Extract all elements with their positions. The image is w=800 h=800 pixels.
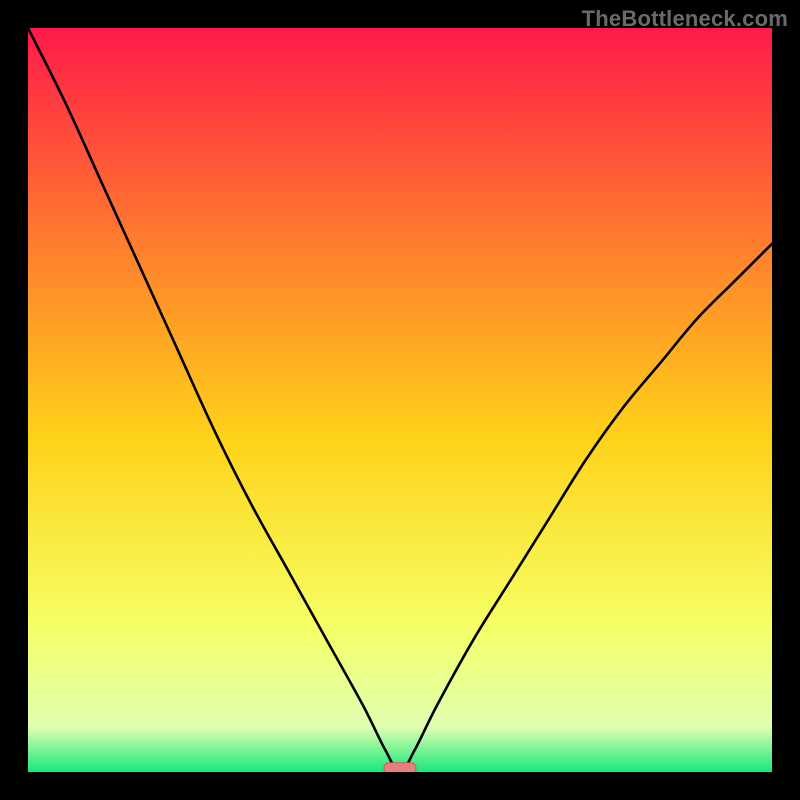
plot-area [28, 28, 772, 772]
optimal-marker [384, 763, 416, 772]
gradient-bg [28, 28, 772, 772]
outer-frame: TheBottleneck.com [0, 0, 800, 800]
watermark-text: TheBottleneck.com [582, 6, 788, 32]
chart-svg [28, 28, 772, 772]
